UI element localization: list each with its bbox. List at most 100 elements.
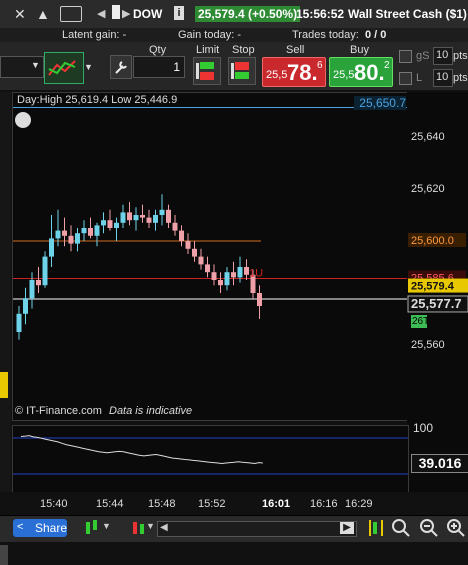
candle-body xyxy=(192,248,197,257)
oscillator-panel[interactable] xyxy=(12,425,409,493)
close-icon[interactable]: ✕ xyxy=(14,6,26,23)
scrollbar-right-icon[interactable]: ▶ xyxy=(340,522,354,534)
latent-gain-label: Latent gain: - xyxy=(62,29,127,41)
zoom-out-icon[interactable] xyxy=(419,518,439,538)
oscillator-plot xyxy=(13,435,408,475)
buy-button[interactable]: 25,5 80. 2 xyxy=(329,57,393,87)
stop-label: Stop xyxy=(232,44,255,56)
time-tick-label: 16:16 xyxy=(310,498,338,510)
instrument-name: Wall Street Cash ($1) xyxy=(348,7,467,21)
bottom-toolbar: < Share ▼ ▼ ◀ ▶ xyxy=(0,515,468,542)
candle-body xyxy=(218,280,223,286)
alert-marker[interactable] xyxy=(0,372,8,398)
candles-red-icon[interactable] xyxy=(131,518,147,538)
panel-handle[interactable] xyxy=(0,545,8,565)
buy-label: Buy xyxy=(350,44,369,56)
chart-type-button[interactable] xyxy=(44,52,84,84)
candle-body xyxy=(159,209,165,215)
gs-points-input[interactable]: 10 xyxy=(433,47,453,65)
candle-body xyxy=(107,220,113,228)
scrollbar-left-icon[interactable]: ◀ xyxy=(160,522,168,533)
time-axis: 15:40 15:44 15:48 15:52 16:01 16:16 16:29 xyxy=(12,492,468,514)
candle-body xyxy=(224,272,230,286)
summary-row: Latent gain: - Gain today: - Trades toda… xyxy=(0,28,468,42)
price-tick-label: 25,579.4 xyxy=(411,281,455,293)
fit-chart-icon[interactable] xyxy=(368,518,386,538)
price-tick-label: 25,600.0 xyxy=(411,235,454,247)
buy-price-prefix: 25,5 xyxy=(333,69,355,81)
high-price-tag: 25,650.7 xyxy=(354,96,406,110)
osc-line xyxy=(20,435,263,465)
chart-type-icon xyxy=(48,60,76,76)
candle-body xyxy=(166,209,171,223)
zoom-in-icon[interactable] xyxy=(446,518,466,538)
candle-body xyxy=(179,230,184,241)
share-button[interactable]: < Share xyxy=(13,519,67,537)
info-icon[interactable]: i xyxy=(174,6,184,20)
candle-body xyxy=(257,293,262,306)
candles-green-icon[interactable] xyxy=(84,518,100,538)
qty-value: 1 xyxy=(173,60,180,74)
scroll-left-icon[interactable]: ◀ xyxy=(97,7,105,20)
candle-body xyxy=(62,230,67,236)
price-chart[interactable]: Day:High 25,619.4 Low 25,446.9 1U © IT-F… xyxy=(12,92,409,421)
candle-body xyxy=(120,212,126,223)
candle-body xyxy=(153,215,158,223)
limit-label: Limit xyxy=(196,44,220,56)
stop-icon xyxy=(231,62,249,79)
instrument-code[interactable]: DOW xyxy=(133,7,162,21)
title-bar: ✕ ▲ ◀ ▶ DOW i 25,579.4 (+0.50%) 15:56:52… xyxy=(0,0,468,29)
candle-body xyxy=(36,280,41,286)
chart-type-chevron-icon[interactable]: ▼ xyxy=(84,62,93,72)
sell-price-prefix: 25,5 xyxy=(266,69,288,81)
gs-label: gS xyxy=(416,50,430,62)
keyboard-icon[interactable] xyxy=(60,6,82,22)
sell-price-sup: 6 xyxy=(317,60,323,71)
l-points-value: 10 xyxy=(436,71,449,83)
candle-body xyxy=(23,298,28,314)
chart-scrollbar[interactable]: ◀ ▶ xyxy=(157,521,357,537)
stop-order-button[interactable] xyxy=(228,57,256,85)
left-toolbar xyxy=(0,92,11,565)
gs-unit: pts xyxy=(453,50,468,62)
buy-price-big: 80. xyxy=(354,60,385,85)
qty-label: Qty xyxy=(149,44,167,56)
trades-today-value: 0 / 0 xyxy=(365,29,387,41)
collapse-icon[interactable]: ▲ xyxy=(36,6,50,22)
candle-body xyxy=(231,272,236,278)
candle-body xyxy=(75,233,80,244)
scroll-right-icon[interactable]: ▶ xyxy=(122,7,130,20)
candles-green-chevron-icon[interactable]: ▼ xyxy=(102,521,111,531)
gs-checkbox[interactable] xyxy=(399,50,412,63)
candle-body xyxy=(198,256,204,265)
l-points-input[interactable]: 10 xyxy=(433,69,453,87)
order-marker-label: 1U xyxy=(249,267,263,279)
candle-body xyxy=(55,230,61,239)
candle-body xyxy=(172,222,178,231)
time-tick-label: 15:44 xyxy=(96,498,124,510)
zoom-fit-icon[interactable] xyxy=(391,518,411,538)
candle-body xyxy=(133,215,139,221)
l-checkbox[interactable] xyxy=(399,72,412,85)
share-icon: < xyxy=(17,521,24,533)
limit-order-button[interactable] xyxy=(193,57,221,85)
sell-button[interactable]: 25,5 78. 6 xyxy=(262,57,326,87)
candle-body xyxy=(42,256,48,286)
price-tick-label: 25,560 xyxy=(411,339,445,351)
time-tick-label: 16:01 xyxy=(262,498,290,510)
candlestick-plot: 1U xyxy=(13,194,408,340)
indicative-note: Data is indicative xyxy=(109,405,193,417)
order-type-dropdown[interactable]: ▼ xyxy=(0,56,44,78)
wrench-icon[interactable] xyxy=(110,55,132,79)
candle-body xyxy=(101,220,106,226)
qty-input[interactable]: 1 xyxy=(133,56,185,78)
time-tick-label: 15:40 xyxy=(40,498,68,510)
candle-body xyxy=(146,217,152,223)
time-tick-label: 15:52 xyxy=(198,498,226,510)
candle-body xyxy=(94,225,100,236)
oscillator-top-label: 100 xyxy=(413,421,434,435)
l-label: L xyxy=(416,72,423,84)
buy-price-sup: 2 xyxy=(384,60,390,71)
candles-red-chevron-icon[interactable]: ▼ xyxy=(146,521,155,531)
price-tick-label: 25,640 xyxy=(411,131,445,143)
